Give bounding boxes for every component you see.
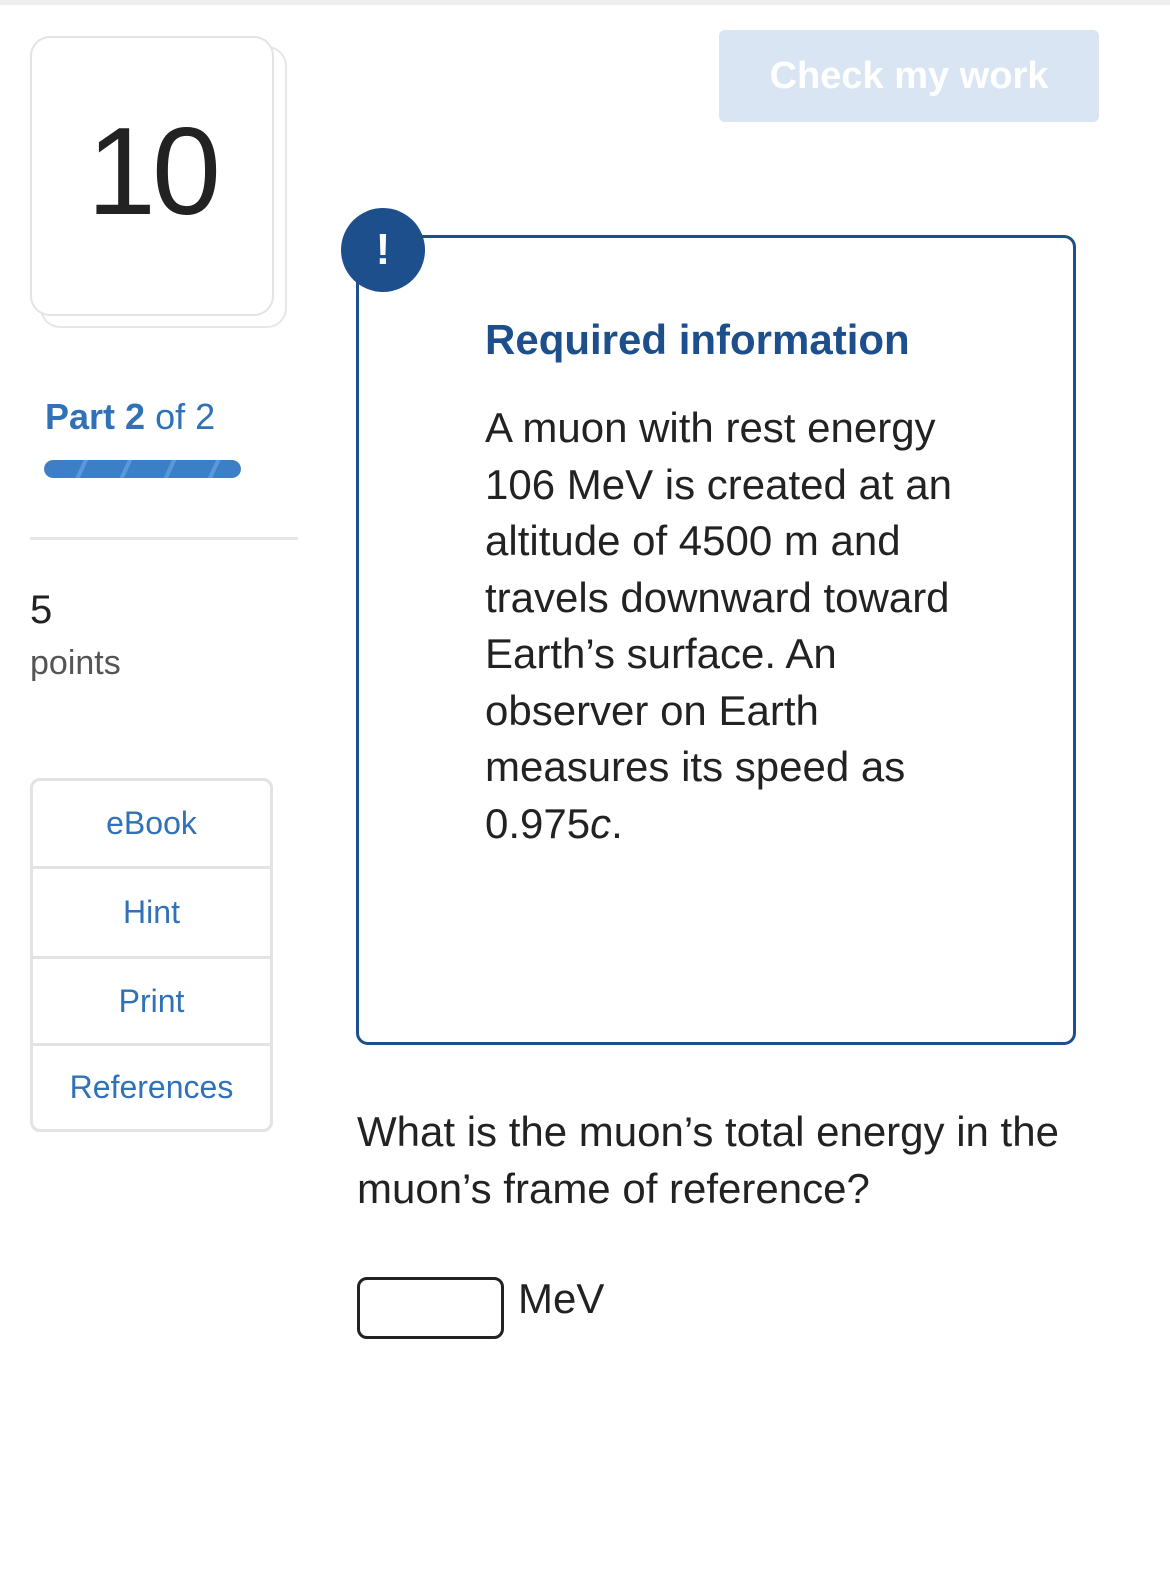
part-prefix: Part xyxy=(45,396,116,437)
speed-of-light-symbol: c xyxy=(590,799,612,847)
question-tools: eBook Hint Print References xyxy=(30,778,273,1132)
page: 10 Part 2 of 2 5 points eBook Hint Print… xyxy=(0,0,1170,1584)
part-progress-fill xyxy=(44,460,241,478)
part-progress-bar xyxy=(44,460,241,478)
part-total: of 2 xyxy=(155,396,216,437)
question-number: 10 xyxy=(87,103,221,241)
check-my-work-button[interactable]: Check my work xyxy=(719,30,1099,122)
question-prompt: What is the muon’s total energy in the m… xyxy=(357,1108,1059,1212)
part-indicator: Part 2 of 2 xyxy=(45,396,215,438)
answer-unit: MeV xyxy=(518,1275,605,1322)
problem-statement: A muon with rest energy 106 MeV is creat… xyxy=(485,404,952,847)
alert-icon: ! xyxy=(341,208,425,292)
answer-input[interactable] xyxy=(357,1277,504,1339)
part-current: 2 xyxy=(125,396,146,437)
sidebar-divider xyxy=(30,537,298,540)
question-number-card: 10 xyxy=(30,36,274,316)
top-divider xyxy=(0,0,1170,5)
points-value: 5 xyxy=(30,588,53,632)
problem-statement-end: . xyxy=(611,799,623,847)
print-button[interactable]: Print xyxy=(33,959,270,1046)
required-information-text: A muon with rest energy 106 MeV is creat… xyxy=(485,400,965,852)
hint-button[interactable]: Hint xyxy=(33,869,270,959)
ebook-button[interactable]: eBook xyxy=(33,781,270,869)
points-label: points xyxy=(30,644,121,682)
references-button[interactable]: References xyxy=(33,1046,270,1129)
required-information-title: Required information xyxy=(485,316,910,363)
